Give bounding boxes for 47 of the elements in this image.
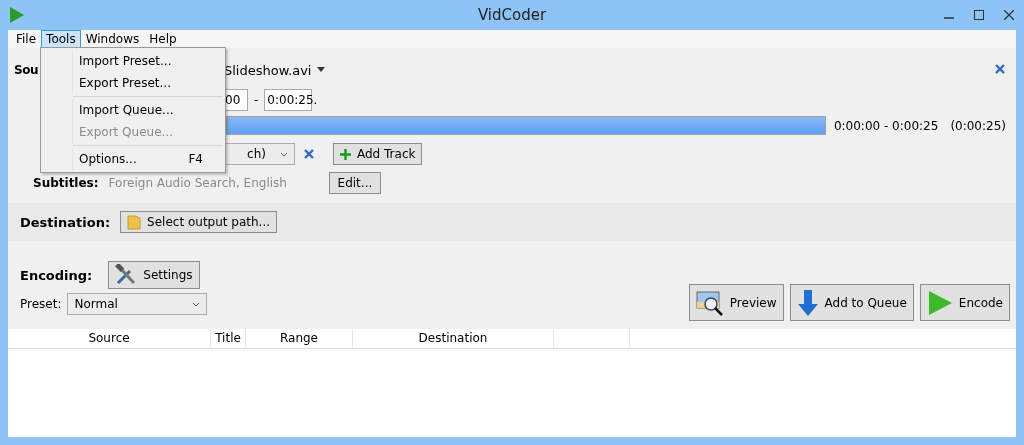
app-logo-icon [9,6,25,24]
preset-text: Normal [74,297,118,311]
column-header: Range [246,329,353,348]
close-icon[interactable] [1004,10,1014,20]
action-button[interactable]: Preview [688,284,784,321]
range-text: 0:00:00 - 0:00:25 [833,118,939,133]
audio-text: ch) [247,147,266,161]
remove-icon[interactable] [303,148,315,160]
edit-button[interactable]: Edit... [328,172,381,194]
menu-item[interactable]: Tools [41,30,81,48]
tools-icon [115,264,138,286]
menu-option[interactable]: Export Preset... [72,72,225,94]
range-separator: - [254,93,259,107]
subtitles-label: Subtitles: [33,176,99,190]
section-label: Sou [14,63,38,77]
column-header: Destination [353,329,554,348]
preset-dropdown[interactable]: Normal [67,293,208,315]
menu-option[interactable]: Options... F4 [72,148,225,170]
chevron-icon [280,151,288,157]
encoding-label: Encoding: [20,267,93,283]
settings-button[interactable]: Settings [108,261,200,289]
add-track-button[interactable]: Add Track [333,143,423,165]
menu-option[interactable]: Import Queue... [72,99,225,121]
play-icon [926,289,953,316]
preset-label: Preset: [20,297,62,311]
chevron-icon [192,301,201,307]
source-file-link[interactable]: Slideshow.avi [223,62,312,78]
menu-item[interactable]: Help [144,30,182,48]
action-button[interactable]: Add to Queue [789,284,914,321]
menu-item[interactable]: File [11,30,42,48]
close-icon[interactable] [994,62,1006,75]
select-output-button[interactable]: Select output path... [120,211,278,233]
destination-label: Destination: [20,214,111,230]
down-arrow-icon [796,288,819,317]
caret-icon [317,67,326,73]
magnifier-icon [695,289,724,316]
column-header: Title [211,329,246,348]
window-title: VidCoder [476,6,548,24]
plus-icon [340,148,351,160]
maximize-icon[interactable] [974,10,984,20]
menu-option[interactable]: Import Preset... [72,50,225,72]
menu-item[interactable]: Windows [80,30,145,48]
column-header: Source [8,329,211,348]
action-button[interactable]: Encode [919,284,1010,321]
subtitles-text: Foreign Audio Search, English [108,176,287,190]
duration-text: (0:00:25) [950,118,1006,133]
folder-icon [127,214,142,230]
